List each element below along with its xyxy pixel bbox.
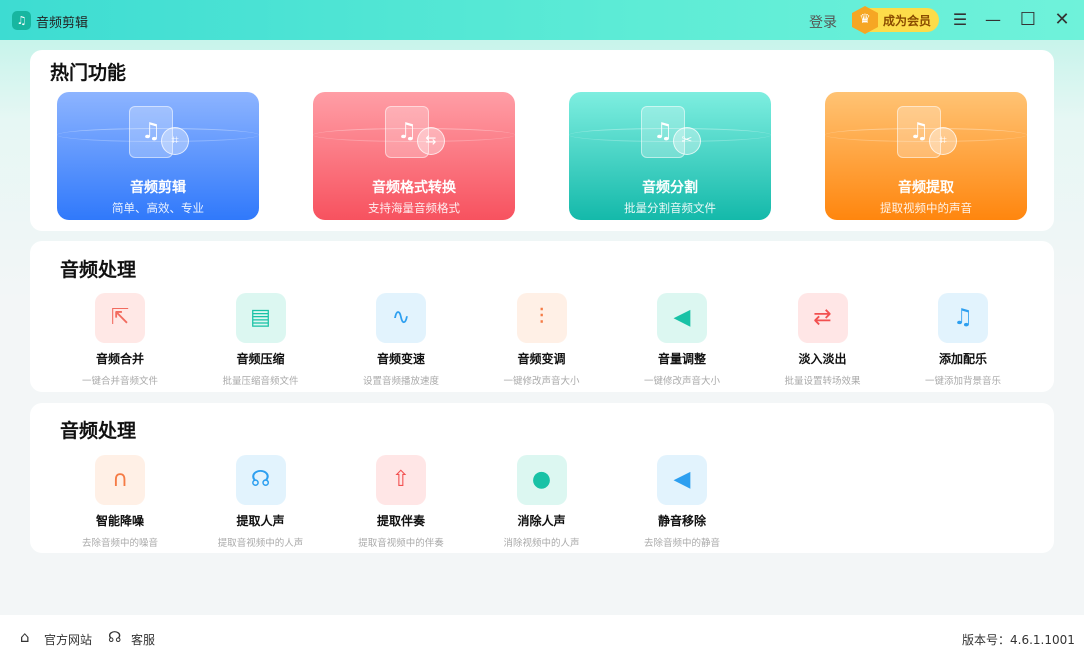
app-logo-icon: ♫ (12, 11, 31, 30)
tool-icon: ⇱ (95, 293, 145, 343)
card-desc: 简单、高效、专业 (112, 201, 204, 215)
tool-icon: ♫ (938, 293, 988, 343)
title-bar: ♫ 音频剪辑 登录 ♛ 成为会员 ☰ — ☐ ✕ (0, 0, 1084, 40)
close-button[interactable]: ✕ (1052, 10, 1072, 30)
tool-name: 音频压缩 (236, 352, 285, 366)
login-button[interactable]: 登录 (809, 12, 837, 32)
section-title: 音频处理 (60, 420, 137, 442)
card-title: 音频分割 (642, 180, 698, 196)
tool-name: 淡入淡出 (798, 352, 847, 366)
tool-desc: 消除视频中的人声 (503, 538, 580, 549)
tool-desc: 提取音视频中的伴奏 (358, 538, 444, 549)
tool-icon: ◀ (657, 293, 707, 343)
extract-icon: ⌗ (929, 127, 957, 155)
tool-icon: ◀ (657, 455, 707, 505)
tool-item[interactable]: ∩ 智能降噪 去除音频中的噪音 (55, 455, 185, 549)
audio-processing-panel-2: 音频处理 ∩ 智能降噪 去除音频中的噪音 ☊ 提取人声 提取音视频中的人声 ⇧ 提取… (30, 403, 1054, 553)
tool-desc: 一键添加背景音乐 (924, 376, 1001, 387)
tool-desc: 一键修改声音大小 (503, 376, 580, 387)
hot-features-panel: 热门功能 ♫ ⌗ 音频剪辑 简单、高效、专业 ♫ ⇆ 音频格式转换 支持海量音频… (30, 50, 1054, 231)
tool-name: 音频合并 (95, 352, 144, 366)
card-desc: 批量分割音频文件 (624, 201, 716, 215)
tool-icon: ∿ (376, 293, 426, 343)
service-link[interactable]: 客服 (131, 631, 155, 648)
tool-icon: ▤ (235, 293, 286, 343)
tool-desc: 批量设置转场效果 (784, 376, 861, 387)
card-title: 音频提取 (898, 180, 954, 196)
tool-icon: ☊ (235, 455, 286, 505)
card-title: 音频格式转换 (372, 180, 456, 196)
tool-name: 消除人声 (517, 514, 566, 528)
tool-name: 提取人声 (236, 514, 285, 528)
tool-name: 添加配乐 (938, 352, 987, 366)
crop-icon: ⌗ (161, 127, 189, 155)
tool-item[interactable]: ⇄ 淡入淡出 批量设置转场效果 (758, 293, 888, 387)
tool-icon: ⇄ (797, 293, 848, 343)
tool-desc: 批量压缩音频文件 (222, 376, 299, 387)
tool-desc: 提取音视频中的人声 (217, 538, 304, 549)
website-link[interactable]: 官方网站 (44, 631, 92, 648)
tool-name: 音量调整 (657, 352, 706, 366)
card-title: 音频剪辑 (130, 180, 186, 196)
tool-icon: ⫶ (516, 293, 567, 343)
tool-item[interactable]: ● 消除人声 消除视频中的人声 (477, 455, 607, 549)
tool-desc: 一键合并音频文件 (81, 376, 158, 387)
tool-icon: ⇧ (376, 455, 426, 505)
card-desc: 支持海量音频格式 (368, 201, 460, 215)
crown-icon: ♛ (852, 6, 878, 34)
vip-button[interactable]: ♛ 成为会员 (852, 6, 939, 34)
convert-icon: ⇆ (417, 127, 445, 155)
feature-card[interactable]: ♫ ⌗ 音频提取 提取视频中的声音 (825, 92, 1027, 220)
vip-label: 成为会员 (883, 14, 932, 28)
tool-item[interactable]: ☊ 提取人声 提取音视频中的人声 (196, 455, 326, 549)
tool-name: 静音移除 (657, 514, 706, 528)
tool-name: 提取伴奏 (376, 514, 425, 528)
tool-item[interactable]: ⇱ 音频合并 一键合并音频文件 (55, 293, 185, 387)
headset-icon: ☊ (108, 628, 122, 646)
tool-name: 音频变速 (376, 352, 425, 366)
app-title: 音频剪辑 (36, 16, 89, 31)
menu-icon[interactable]: ☰ (950, 10, 970, 30)
minimize-button[interactable]: — (983, 10, 1003, 30)
tool-desc: 去除音频中的噪音 (81, 538, 158, 549)
audio-processing-panel: 音频处理 ⇱ 音频合并 一键合并音频文件 ▤ 音频压缩 批量压缩音频文件 ∿ 音频变… (30, 241, 1054, 392)
feature-card[interactable]: ♫ ⇆ 音频格式转换 支持海量音频格式 (313, 92, 515, 220)
tool-item[interactable]: ◀ 静音移除 去除音频中的静音 (617, 455, 747, 549)
tool-name: 音频变调 (517, 352, 566, 366)
feature-card[interactable]: ♫ ✂ 音频分割 批量分割音频文件 (569, 92, 771, 220)
tool-item[interactable]: ⇧ 提取伴奏 提取音视频中的伴奏 (336, 455, 466, 549)
home-icon: ⌂ (20, 628, 30, 646)
card-desc: 提取视频中的声音 (880, 201, 972, 215)
tool-item[interactable]: ∿ 音频变速 设置音频播放速度 (336, 293, 466, 387)
tool-item[interactable]: ◀ 音量调整 一键修改声音大小 (617, 293, 747, 387)
scissors-icon: ✂ (673, 127, 701, 155)
tool-desc: 去除音频中的静音 (643, 538, 720, 549)
tool-item[interactable]: ♫ 添加配乐 一键添加背景音乐 (898, 293, 1028, 387)
tool-desc: 设置音频播放速度 (362, 376, 439, 387)
tool-icon: ● (516, 455, 567, 505)
tool-desc: 一键修改声音大小 (643, 376, 720, 387)
tool-name: 智能降噪 (95, 514, 144, 528)
feature-card[interactable]: ♫ ⌗ 音频剪辑 简单、高效、专业 (57, 92, 259, 220)
section-title: 热门功能 (50, 62, 127, 84)
maximize-button[interactable]: ☐ (1018, 10, 1038, 30)
footer: ⌂ 官方网站 ☊ 客服 版本号：4.6.1.1001 (0, 615, 1084, 662)
tool-icon: ∩ (95, 455, 145, 505)
section-title: 音频处理 (60, 259, 137, 281)
tool-item[interactable]: ▤ 音频压缩 批量压缩音频文件 (196, 293, 326, 387)
tool-item[interactable]: ⫶ 音频变调 一键修改声音大小 (477, 293, 607, 387)
version-label: 版本号：4.6.1.1001 (962, 633, 1075, 647)
